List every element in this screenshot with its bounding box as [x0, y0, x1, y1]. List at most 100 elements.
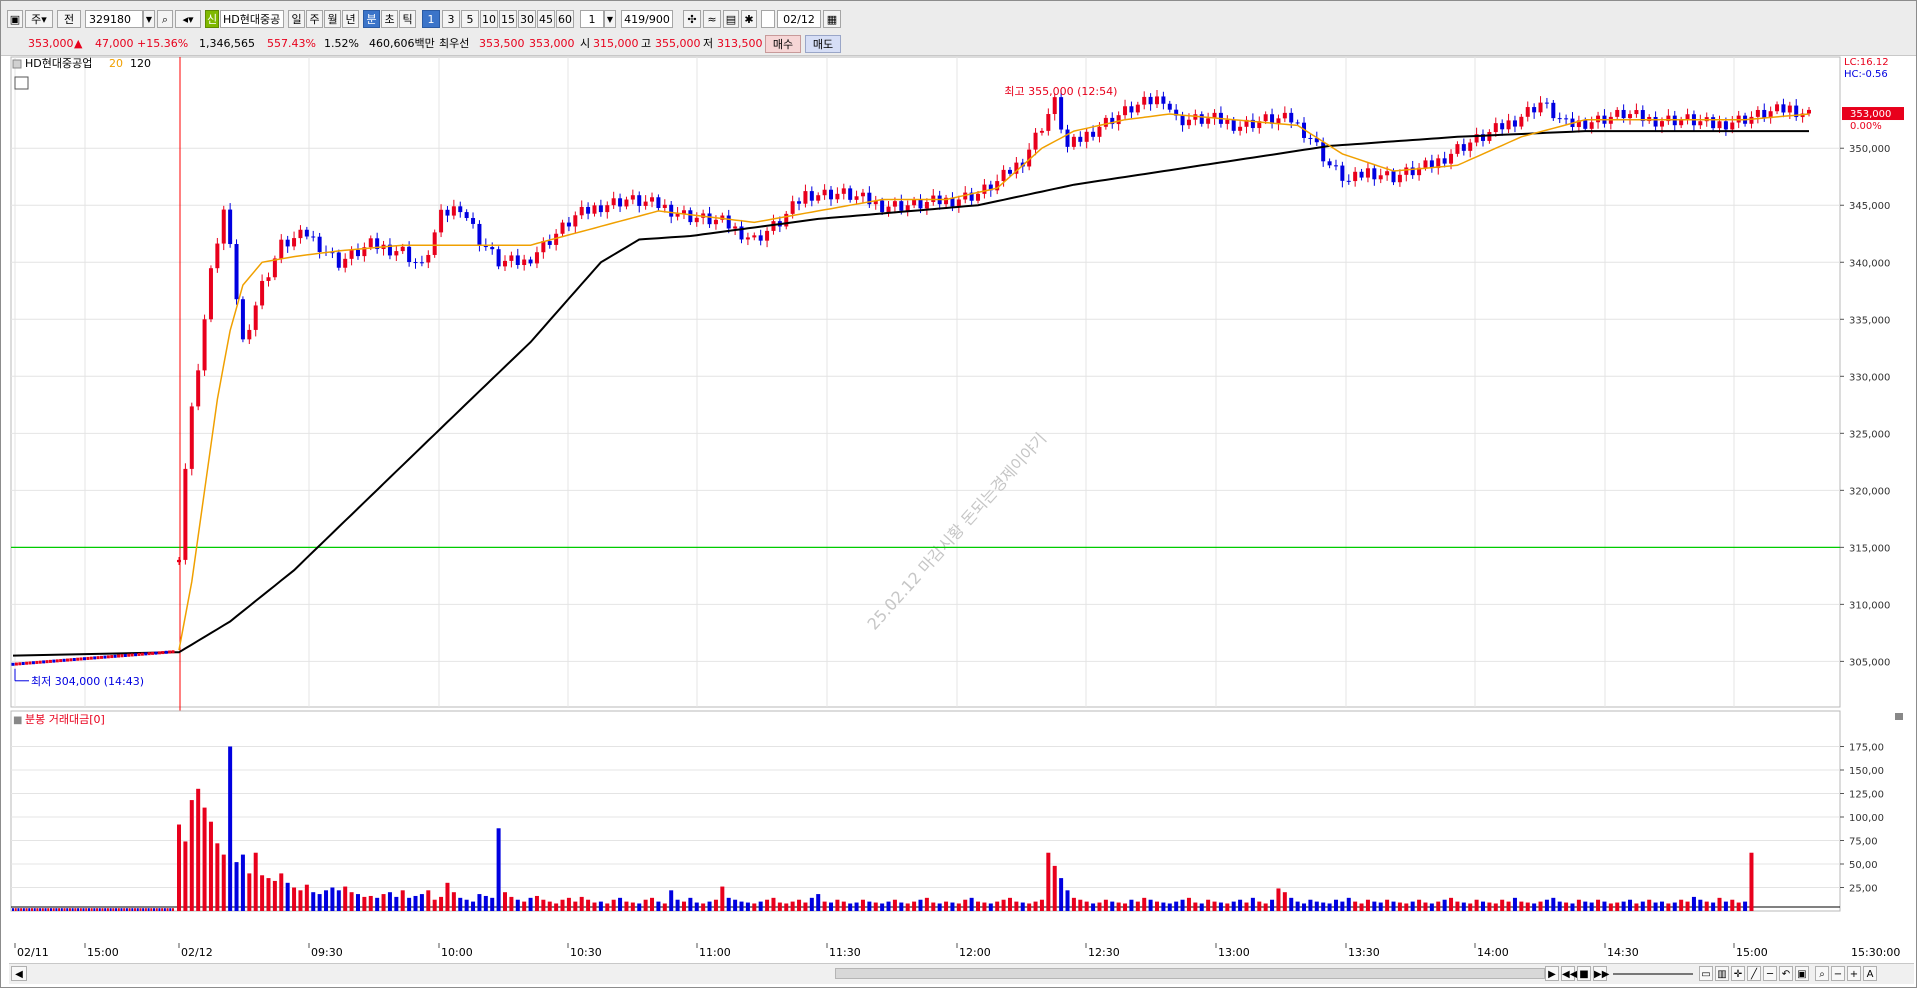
period-second[interactable]: 초 [381, 10, 398, 28]
new-badge: 신 [205, 10, 219, 28]
date-input[interactable]: 02/12 [777, 10, 821, 28]
save-icon[interactable]: ▤ [723, 10, 739, 28]
zoom-icon[interactable]: ⌕ [1815, 966, 1829, 981]
crosshair-icon[interactable]: ✣ [683, 10, 701, 28]
volume-bar [618, 897, 623, 911]
zoom-out-icon[interactable]: − [1831, 966, 1845, 981]
interval-10[interactable]: 10 [480, 10, 498, 28]
prev-button[interactable]: 전 [57, 10, 81, 28]
candle-body [752, 235, 757, 238]
table-toggle-icon[interactable] [14, 76, 29, 90]
interval-15[interactable]: 15 [499, 10, 517, 28]
candle-body [1506, 120, 1511, 130]
candle-body [758, 235, 763, 241]
interval-1[interactable]: 1 [422, 10, 440, 28]
volume-bar [298, 890, 303, 911]
cross-icon[interactable]: ✛ [1731, 966, 1745, 981]
volume-bar [1308, 899, 1313, 911]
interval-3[interactable]: 3 [442, 10, 460, 28]
volume-bar [944, 901, 949, 911]
time-tick-label: 15:00 [87, 946, 119, 959]
interval-5[interactable]: 5 [461, 10, 479, 28]
stock-name-field[interactable]: HD현대중공 [220, 10, 284, 28]
panel-resize-icon[interactable] [1895, 713, 1903, 720]
zoom-slider[interactable] [1613, 973, 1693, 975]
rewind-icon[interactable]: ◀◀ [1561, 966, 1577, 981]
palette-icon[interactable]: ▣ [1795, 966, 1809, 981]
stop-icon[interactable]: ■ [1577, 966, 1591, 981]
period-week[interactable]: 주 [306, 10, 323, 28]
volume-bar [1634, 903, 1639, 911]
horizontal-scrollbar[interactable]: ◀ ▶ ◀◀ ■ ▶▶ ▭ ▥ ✛ ╱ ─ ↶ ▣ ⌕ − + A [9, 963, 1914, 984]
interval-dropdown-icon[interactable]: ▼ [604, 10, 616, 28]
best-bid: 353,000 [529, 37, 575, 50]
volume-bar [1167, 903, 1172, 911]
interval-30[interactable]: 30 [518, 10, 536, 28]
period-year[interactable]: 년 [342, 10, 359, 28]
font-icon[interactable]: A [1863, 966, 1877, 981]
scroll-left-icon[interactable]: ◀ [11, 966, 27, 981]
menu-icon[interactable]: ▣ [7, 10, 23, 28]
volume-bar [1679, 899, 1684, 911]
candle-body [292, 238, 297, 247]
candle-body [924, 201, 929, 209]
volume-bar [1659, 901, 1664, 911]
split-icon[interactable]: ▥ [1715, 966, 1729, 981]
volume-bar [1161, 902, 1166, 911]
interval-input[interactable]: 1 [580, 10, 604, 28]
layout-icon[interactable]: ▭ [1699, 966, 1713, 981]
interval-45[interactable]: 45 [537, 10, 555, 28]
candle-body [1391, 171, 1396, 183]
candle-body [426, 254, 431, 263]
count-field[interactable]: 419/900 [621, 10, 673, 28]
volume-bar [528, 897, 533, 911]
low-annotation: 최저 304,000 (14:43) [31, 675, 144, 688]
prev-day-volume-bar [150, 908, 153, 911]
line-icon[interactable]: ─ [1763, 966, 1777, 981]
time-tick-label: 14:30 [1607, 946, 1639, 959]
zoom-in-icon[interactable]: + [1847, 966, 1861, 981]
period-day[interactable]: 일 [288, 10, 305, 28]
prev-day-candle [79, 657, 83, 661]
buy-button[interactable]: 매수 [765, 35, 801, 53]
sound-icon[interactable]: ◂▾ [175, 10, 201, 28]
period-month[interactable]: 월 [324, 10, 341, 28]
candle-body [618, 198, 623, 207]
volume-bar [624, 901, 629, 911]
chart-area[interactable]: 25.02.12 마감시황 돈되는경제이야기 HD현대중공업 20 120 최고… [1, 55, 1917, 963]
scroll-thumb[interactable] [835, 968, 1545, 979]
code-input[interactable]: 329180 [85, 10, 143, 28]
period-tick[interactable]: 틱 [399, 10, 416, 28]
volume-bar [860, 899, 865, 911]
current-price: 353,000 [28, 37, 74, 50]
trade-value: 460,606백만 [369, 37, 435, 50]
volume-bar [835, 899, 840, 911]
trend-icon[interactable]: ╱ [1747, 966, 1761, 981]
volume-bar [1564, 902, 1569, 911]
forward-icon[interactable]: ▶▶ [1593, 966, 1609, 981]
date-checkbox[interactable] [761, 10, 775, 28]
scroll-right-icon[interactable]: ▶ [1545, 966, 1559, 981]
quote-bar: 353,000 ▲ 47,000 +15.36% 1,346,565 557.4… [1, 33, 1916, 56]
volume-bar [292, 887, 297, 911]
prev-day-candle [106, 655, 110, 659]
volume-bar [426, 890, 431, 911]
candle-body [905, 205, 910, 211]
gear-icon[interactable]: ✱ [741, 10, 757, 28]
prev-day-candle [151, 651, 155, 655]
interval-60[interactable]: 60 [556, 10, 574, 28]
mode-select[interactable]: 주▾ [25, 10, 53, 28]
search-icon[interactable]: ⌕ [157, 10, 173, 28]
compare-icon[interactable]: ≈ [703, 10, 721, 28]
candle-body [707, 213, 712, 225]
volume-bar [1570, 903, 1575, 911]
undo-icon[interactable]: ↶ [1779, 966, 1793, 981]
sell-button[interactable]: 매도 [805, 35, 841, 53]
code-dropdown-icon[interactable]: ▼ [143, 10, 155, 28]
calendar-icon[interactable]: ▦ [823, 10, 841, 28]
candle-body [1442, 158, 1447, 164]
prev-day-volume-bar [66, 908, 69, 911]
price-tick-label: 350,000 [1849, 144, 1890, 155]
candle-body [1231, 119, 1236, 131]
period-minute[interactable]: 분 [363, 10, 380, 28]
